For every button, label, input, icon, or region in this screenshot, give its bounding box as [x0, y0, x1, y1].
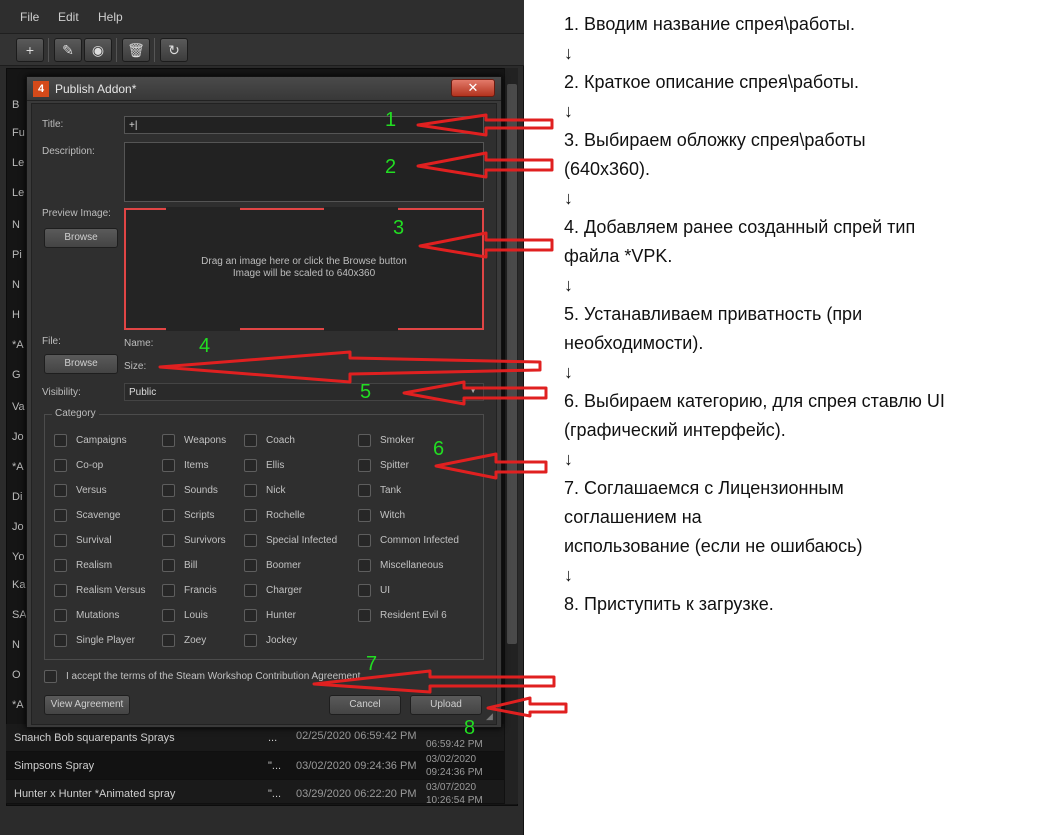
instruction-line: использование (если не ошибаюсь)	[564, 536, 863, 556]
instruction-line: 5. Устанавливаем приватность (при	[564, 304, 863, 324]
annotation-arrow-2	[416, 151, 554, 179]
instruction-line: ↓	[564, 449, 573, 469]
instruction-line: 4. Добавляем ранее созданный спрей тип	[564, 217, 916, 237]
annotation-arrow-8	[486, 696, 568, 718]
annotation-number-3: 3	[393, 217, 405, 239]
annotation-arrow-5	[402, 380, 548, 406]
instruction-line: ↓	[564, 188, 573, 208]
annotation-arrow-4	[158, 350, 542, 384]
instruction-line: файла *VPK.	[564, 246, 673, 266]
instruction-line: (графический интерфейс).	[564, 420, 786, 440]
instruction-line: необходимости).	[564, 333, 704, 353]
annotation-number-4: 4	[199, 335, 211, 357]
instruction-line: ↓	[564, 565, 573, 585]
instruction-line: 7. Соглашаемся с Лицензионным	[564, 478, 844, 498]
instruction-line: 6. Выбираем категорию, для спрея ставлю …	[564, 391, 945, 411]
annotation-arrow-6	[434, 452, 548, 480]
instruction-line: соглашением на	[564, 507, 702, 527]
instruction-line: ↓	[564, 43, 573, 63]
instruction-line: 3. Выбираем обложку спрея\работы	[564, 130, 866, 150]
instruction-line: (640x360).	[564, 159, 651, 179]
annotation-arrow-7	[312, 669, 556, 694]
instruction-line: 8. Приступить к загрузке.	[564, 594, 774, 614]
instruction-line: 1. Вводим название спрея\работы.	[564, 14, 855, 34]
annotation-number-7: 7	[366, 653, 378, 675]
annotation-number-8: 8	[464, 717, 476, 739]
annotation-number-6: 6	[433, 438, 445, 460]
annotation-number-5: 5	[360, 381, 372, 403]
instruction-line: ↓	[564, 275, 573, 295]
instruction-line: 2. Краткое описание спрея\работы.	[564, 72, 859, 92]
annotation-arrow-3	[418, 231, 554, 259]
annotation-number-1: 1	[385, 109, 397, 131]
annotation-arrow-1	[416, 113, 554, 137]
screenshot-root: File Edit Help + ✎ ◉ 🗑 ↻ B Fu Le Le N Pi N H *A G…	[0, 0, 1054, 835]
instruction-line: ↓	[564, 101, 573, 121]
instruction-line: ↓	[564, 362, 573, 382]
annotation-number-2: 2	[385, 156, 397, 178]
instructions-text: 1. Вводим название спрея\работы. ↓ 2. Крат…	[564, 10, 1044, 619]
